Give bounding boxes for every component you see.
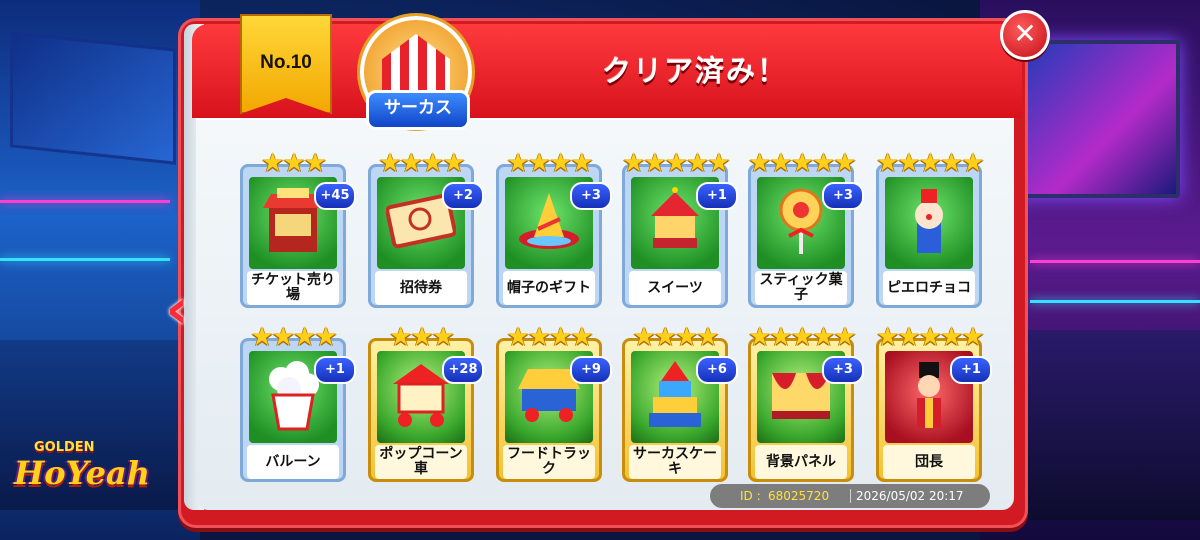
player-id-value: 68025720 xyxy=(768,489,830,503)
duplicate-count-badge: +1 xyxy=(950,356,992,384)
timestamp: 2026/05/02 20:17 xyxy=(856,489,964,503)
card-label: 団長 xyxy=(883,445,975,479)
background-screen-left xyxy=(10,31,176,165)
duplicate-count-badge: +3 xyxy=(822,356,864,384)
neon-stripe xyxy=(1030,260,1200,263)
collection-card[interactable]: ★★★★★ 団長 +1 xyxy=(876,324,992,482)
card-label: 背景パネル xyxy=(755,445,847,479)
card-item-illustration xyxy=(901,185,957,261)
game-logo: GOLDEN HoYeah xyxy=(8,440,150,524)
collection-card[interactable]: ★★★★★ 背景パネル +3 xyxy=(748,324,864,482)
neon-stripe xyxy=(0,258,170,261)
collection-card[interactable]: ★★★ チケット売り場 +45 xyxy=(240,150,356,308)
duplicate-count-badge: +3 xyxy=(822,182,864,210)
duplicate-count-badge: +28 xyxy=(442,356,484,384)
close-icon: ✕ xyxy=(1013,17,1037,50)
duplicate-count-badge: +45 xyxy=(314,182,356,210)
theme-label: サーカス xyxy=(366,90,470,130)
card-label: サーカスケーキ xyxy=(629,445,721,479)
star-rating: ★★★★★ xyxy=(876,148,985,178)
duplicate-count-badge: +6 xyxy=(696,356,738,384)
star-rating: ★★★★★ xyxy=(748,322,857,352)
divider xyxy=(850,489,851,503)
card-label: スティック菓子 xyxy=(755,271,847,305)
close-button[interactable]: ✕ xyxy=(1000,10,1050,60)
star-rating: ★★★ xyxy=(261,148,327,178)
star-rating: ★★★★ xyxy=(378,148,465,178)
card-label: フードトラック xyxy=(503,445,595,479)
neon-stripe xyxy=(1030,300,1200,303)
card-label: ポップコーン車 xyxy=(375,445,467,479)
collection-card[interactable]: ★★★★★ スイーツ +1 xyxy=(622,150,738,308)
circus-tent-icon xyxy=(382,34,450,90)
collection-card[interactable]: ★★★★ 招待券 +2 xyxy=(368,150,484,308)
star-rating: ★★★ xyxy=(389,322,455,352)
background-screen-right xyxy=(1012,40,1180,198)
duplicate-count-badge: +1 xyxy=(314,356,356,384)
star-rating: ★★★★ xyxy=(506,322,593,352)
collection-card[interactable]: ★★★★ サーカスケーキ +6 xyxy=(622,324,738,482)
star-rating: ★★★★ xyxy=(506,148,593,178)
logo-top-text: GOLDEN xyxy=(34,440,95,455)
collection-card[interactable]: ★★★★★ スティック菓子 +3 xyxy=(748,150,864,308)
star-rating: ★★★★ xyxy=(250,322,337,352)
background-desk-right xyxy=(1000,330,1200,520)
card-label: スイーツ xyxy=(629,271,721,305)
duplicate-count-badge: +3 xyxy=(570,182,612,210)
star-rating: ★★★★★ xyxy=(622,148,731,178)
previous-page-button[interactable]: ‹ xyxy=(158,282,196,344)
page-title: クリア済み！ xyxy=(601,54,788,88)
neon-stripe xyxy=(0,200,170,203)
collection-card[interactable]: ★★★★ バルーン +1 xyxy=(240,324,356,482)
player-id-label: ID : xyxy=(740,489,761,503)
star-rating: ★★★★★ xyxy=(876,322,985,352)
star-rating: ★★★★★ xyxy=(748,148,857,178)
card-artwork xyxy=(885,177,973,269)
card-frame: ピエロチョコ xyxy=(876,164,982,308)
duplicate-count-badge: +1 xyxy=(696,182,738,210)
collection-card[interactable]: ★★★★ 帽子のギフト +3 xyxy=(496,150,612,308)
card-label: 招待券 xyxy=(375,271,467,305)
collection-card[interactable]: ★★★ ポップコーン車 +28 xyxy=(368,324,484,482)
collection-card[interactable]: ★★★★★ ピエロチョコ xyxy=(876,150,985,308)
card-label: バルーン xyxy=(247,445,339,479)
collection-card[interactable]: ★★★★ フードトラック +9 xyxy=(496,324,612,482)
card-label: 帽子のギフト xyxy=(503,271,595,305)
chevron-left-icon: ‹ xyxy=(165,277,189,342)
player-info-bar: ID : 68025720 2026/05/02 20:17 xyxy=(710,484,990,508)
level-badge-text: No.10 xyxy=(260,52,312,73)
duplicate-count-badge: +2 xyxy=(442,182,484,210)
star-rating: ★★★★ xyxy=(632,322,719,352)
card-label: ピエロチョコ xyxy=(883,271,975,305)
logo-main-text: HoYeah xyxy=(14,454,150,492)
duplicate-count-badge: +9 xyxy=(570,356,612,384)
card-label: チケット売り場 xyxy=(247,271,339,305)
